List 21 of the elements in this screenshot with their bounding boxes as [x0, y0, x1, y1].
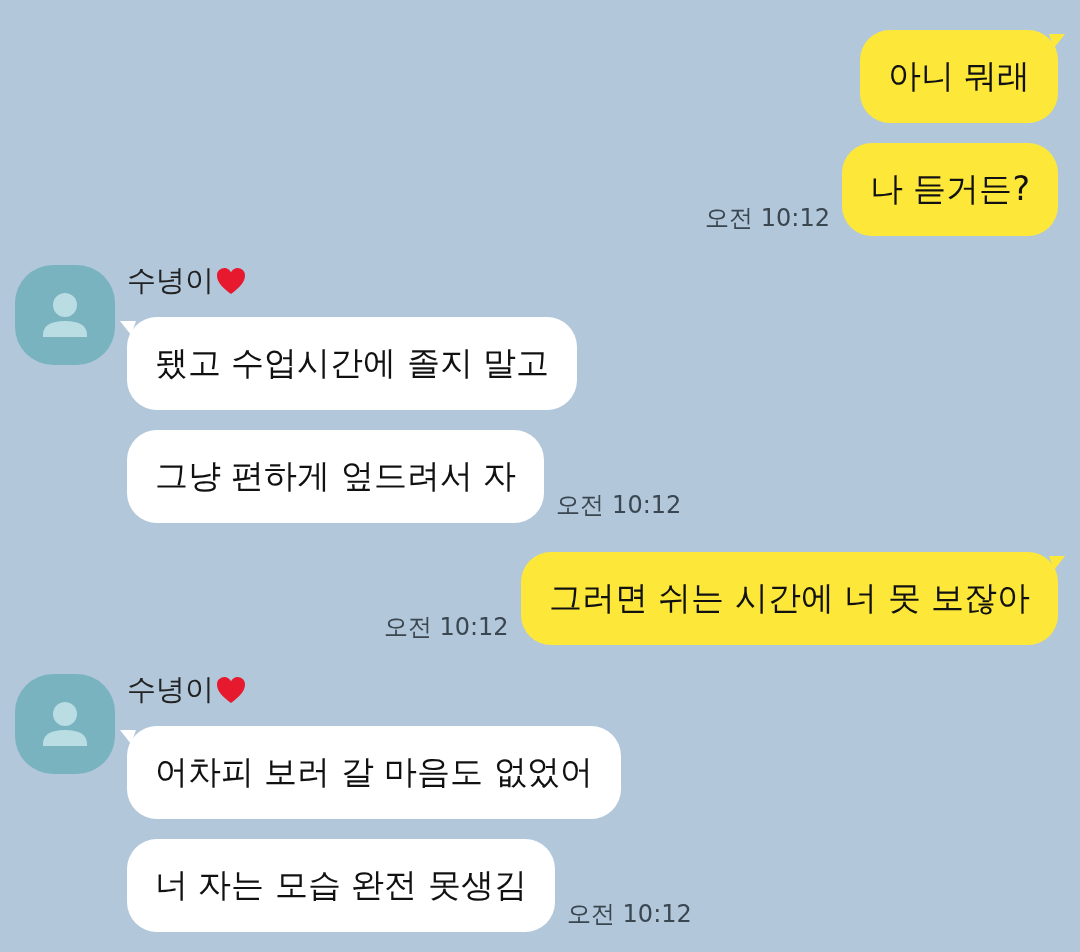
sender-name: 수녕이	[127, 262, 214, 299]
message-bubble: 나 듣거든?	[842, 143, 1058, 236]
message-bubble: 어차피 보러 갈 마음도 없었어	[127, 726, 621, 819]
message-bubble: 그러면 쉬는 시간에 너 못 보잖아	[520, 552, 1058, 645]
bubble-tail	[1049, 556, 1065, 570]
avatar-icon[interactable]	[15, 674, 115, 774]
message-time: 오전 10:12	[383, 612, 509, 643]
message-bubble: 됐고 수업시간에 졸지 말고	[127, 317, 578, 410]
heart-icon	[216, 267, 246, 295]
heart-icon	[216, 676, 246, 704]
sender-name: 수녕이	[127, 671, 214, 708]
message-time: 오전 10:12	[556, 490, 682, 521]
message-time: 오전 10:12	[705, 203, 830, 234]
message-bubble: 그냥 편하게 엎드려서 자	[127, 430, 545, 523]
bubble-tail	[1049, 34, 1065, 48]
bubble-tail	[120, 730, 136, 744]
avatar-icon[interactable]	[15, 265, 115, 365]
message-bubble: 아니 뭐래	[859, 30, 1058, 123]
bubble-tail	[120, 321, 136, 335]
message-time: 오전 10:12	[566, 899, 692, 930]
message-bubble: 너 자는 모습 완전 못생김	[127, 839, 555, 932]
